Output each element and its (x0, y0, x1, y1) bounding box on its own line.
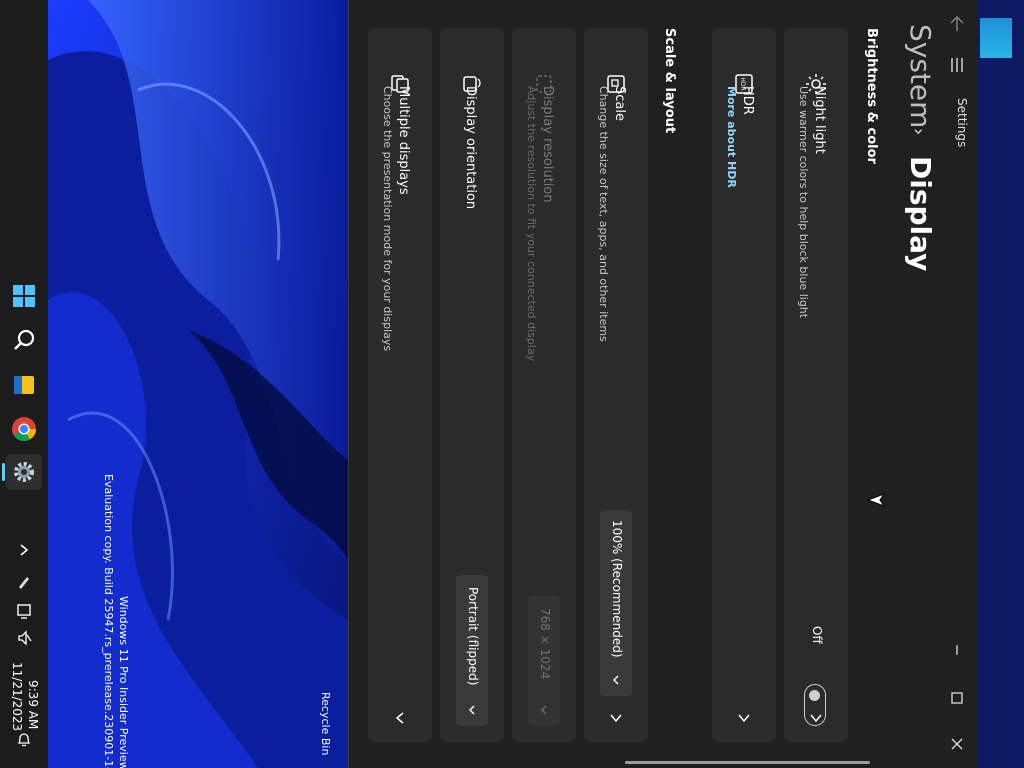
resolution-description: Adjust the resolution to fit your connec… (525, 86, 538, 362)
chevron-left-icon (395, 712, 404, 724)
orientation-title: Display orientation (463, 86, 478, 210)
chevron-down-icon (810, 714, 822, 723)
night-light-state: Off (810, 626, 824, 644)
clock-time: 9:39 AM (26, 680, 40, 730)
mouse-cursor (866, 492, 886, 512)
maximize-icon (951, 692, 963, 704)
night-light-title: Night light (812, 86, 827, 154)
file-explorer-button[interactable] (6, 367, 42, 403)
notifications-button[interactable] (8, 728, 40, 752)
folder-icon (14, 376, 34, 394)
display-orientation-card[interactable]: Display orientation Portrait (flipped) (440, 28, 504, 742)
dropdown-chevron-icon (536, 702, 552, 718)
night-light-card[interactable]: Night light Use warmer colors to help bl… (784, 28, 848, 742)
close-icon (951, 738, 963, 750)
title-bar: Settings (939, 0, 979, 768)
resolution-title: Display resolution (540, 86, 555, 203)
gear-icon (14, 462, 34, 482)
windows-logo-icon (13, 285, 35, 307)
back-button[interactable] (947, 14, 967, 34)
horizontal-scrollbar[interactable] (625, 761, 870, 764)
resolution-selected-value: 768 × 1024 (538, 608, 552, 680)
section-scale-layout: Scale & layout (662, 28, 677, 134)
nav-menu-button[interactable] (947, 55, 967, 75)
multiple-displays-expand-button[interactable] (390, 708, 410, 728)
scale-expand-button[interactable] (606, 708, 626, 728)
watermark-line1: Windows 11 Pro Insider Preview (117, 596, 130, 768)
app-title: Settings (955, 98, 969, 148)
night-light-description: Use warmer colors to help block blue lig… (797, 86, 810, 319)
section-brightness-color: Brightness & color (864, 28, 879, 164)
scale-dropdown[interactable]: 100% (Recommended) (600, 510, 632, 696)
night-light-expand-button[interactable] (806, 708, 826, 728)
multiple-displays-description: Choose the presentation mode for your di… (381, 86, 394, 352)
hamburger-icon (951, 58, 963, 72)
toggle-knob (809, 690, 820, 701)
maximize-button[interactable] (947, 688, 967, 708)
scale-description: Change the size of text, apps, and other… (597, 86, 610, 342)
active-app-indicator (2, 463, 5, 481)
hdr-card[interactable]: HDR HDR More about HDR (712, 28, 776, 742)
start-button[interactable] (6, 278, 42, 314)
scale-card[interactable]: Scale Change the size of text, apps, and… (584, 28, 648, 742)
clock-date: 11/21/2023 (10, 662, 24, 732)
settings-taskbar-button[interactable] (6, 454, 42, 490)
resolution-dropdown: 768 × 1024 (528, 596, 560, 726)
recycle-bin-label[interactable]: Recycle Bin (319, 692, 332, 755)
scale-selected-value: 100% (Recommended) (610, 520, 624, 658)
page-title: Display (904, 156, 937, 272)
breadcrumb-system[interactable]: System (904, 24, 937, 128)
chevron-down-icon (610, 714, 622, 723)
hdr-link[interactable]: More about HDR (725, 86, 738, 188)
show-hidden-icons-button[interactable] (8, 538, 40, 562)
orientation-selected-value: Portrait (flipped) (466, 587, 480, 686)
chrome-icon (12, 417, 36, 442)
hdr-title: HDR (740, 86, 755, 115)
minimize-button[interactable] (947, 640, 967, 660)
scale-title: Scale (612, 86, 627, 121)
search-icon (14, 329, 35, 350)
breadcrumb-separator: › (908, 128, 929, 136)
chevron-down-icon (738, 714, 750, 723)
bell-icon (17, 733, 31, 747)
desktop-wallpaper: Recycle Bin Windows 11 Pro Insider Previ… (48, 0, 348, 768)
orientation-dropdown[interactable]: Portrait (flipped) (456, 575, 488, 726)
multiple-displays-title: Multiple displays (396, 86, 411, 195)
chrome-button[interactable] (6, 411, 42, 447)
taskbar: 9:39 AM 11/21/2023 (0, 0, 48, 768)
dropdown-chevron-icon (464, 702, 480, 718)
close-button[interactable] (947, 734, 967, 754)
arrow-up-icon (950, 16, 964, 31)
settings-window: Settings System › Display Brightness & c… (348, 0, 979, 768)
chevron-right-icon (20, 544, 29, 556)
watermark-line2: Evaluation copy. Build 25947.rs_prerelea… (102, 474, 115, 768)
minimize-icon (956, 645, 958, 655)
dropdown-chevron-icon (608, 672, 624, 688)
app-thumbnail[interactable] (980, 18, 1012, 58)
multiple-displays-card[interactable]: Multiple displays Choose the presentatio… (368, 28, 432, 742)
hdr-expand-button[interactable] (734, 708, 754, 728)
search-button[interactable] (6, 322, 42, 358)
display-resolution-card: Display resolution Adjust the resolution… (512, 28, 576, 742)
desktop-edge (978, 0, 1024, 768)
